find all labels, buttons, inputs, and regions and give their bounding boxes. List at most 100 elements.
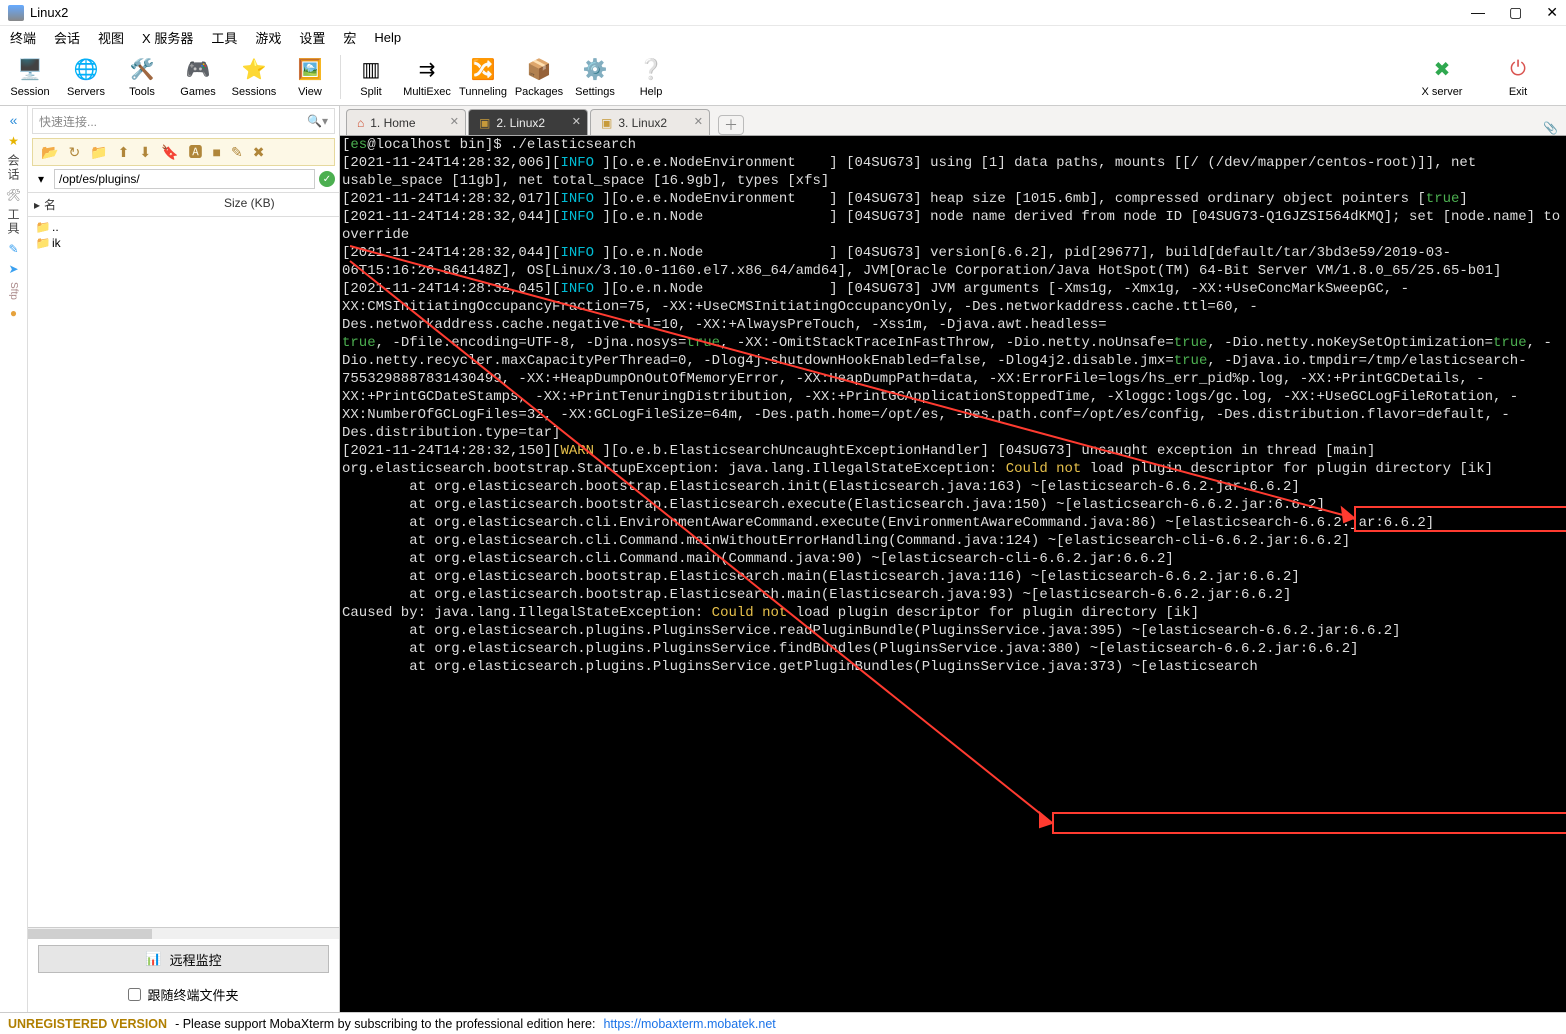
toolbar: 🖥️Session🌐Servers🛠️Tools🎮Games⭐Sessions🖼… [0, 48, 1566, 106]
tab-1-home[interactable]: ⌂ 1. Home ✕ [346, 109, 466, 135]
tab-close-icon[interactable]: ✕ [572, 115, 581, 128]
terminal-icon: ▣ [479, 116, 490, 130]
folder-icon: 📁 [34, 220, 52, 234]
col-name[interactable]: 名 [44, 196, 56, 213]
tb-packages[interactable]: 📦Packages [511, 49, 567, 105]
menubar: 终端 会话 视图 X 服务器 工具 游戏 设置 宏 Help [0, 26, 1566, 48]
tb-settings[interactable]: ⚙️Settings [567, 49, 623, 105]
sftp-tb-icon-2[interactable]: 📁 [90, 144, 107, 161]
menu-view[interactable]: 视图 [98, 28, 124, 47]
file-name: .. [52, 220, 59, 234]
pin-icon[interactable]: 📎 [1535, 121, 1566, 135]
maximize-button[interactable]: ▢ [1509, 4, 1522, 21]
servers-icon: 🌐 [72, 56, 100, 84]
tb-multiexec[interactable]: ⇉MultiExec [399, 49, 455, 105]
sftp-tb-icon-7[interactable]: ■ [213, 144, 221, 160]
window-title: Linux2 [30, 5, 1471, 20]
sftp-tb-icon-5[interactable]: 🔖 [161, 144, 178, 161]
multiexec-icon: ⇉ [413, 56, 441, 84]
file-list[interactable]: 📁..📁ik [28, 217, 339, 927]
status-unregistered: UNREGISTERED VERSION [8, 1017, 167, 1031]
x-server-icon: ✖ [1428, 56, 1456, 84]
path-input[interactable] [54, 169, 315, 189]
status-message: - Please support MobaXterm by subscribin… [175, 1017, 595, 1031]
menu-macro[interactable]: 宏 [343, 28, 356, 47]
rail-sftp-label[interactable]: Sftp [8, 282, 19, 300]
col-expand-icon[interactable]: ▸ [34, 198, 40, 212]
tb-tunneling[interactable]: 🔀Tunneling [455, 49, 511, 105]
exit-icon: ⏻ [1504, 56, 1532, 84]
terminal-icon: ▣ [601, 116, 612, 130]
rail-send-icon[interactable]: ➤ [8, 262, 18, 276]
sftp-tb-icon-4[interactable]: ⬇ [139, 144, 151, 161]
path-ok-icon: ✓ [319, 171, 335, 187]
tb-session[interactable]: 🖥️Session [2, 49, 58, 105]
tab-strip: ⌂1. Home✕▣2. Linux2✕▣3. Linux2✕＋ 📎 [340, 106, 1566, 136]
rail-star-icon[interactable]: ★ [8, 134, 19, 148]
remote-monitor-button[interactable]: 📊 远程监控 [38, 945, 329, 973]
tb-view[interactable]: 🖼️View [282, 49, 338, 105]
tb-exit[interactable]: ⏻Exit [1490, 49, 1546, 105]
tab-3-linux2[interactable]: ▣3. Linux2✕ [590, 109, 710, 135]
close-button[interactable]: ✕ [1546, 4, 1558, 21]
sftp-tb-icon-6[interactable]: 🅰 [189, 142, 203, 162]
help-icon: ❔ [637, 56, 665, 84]
sftp-tb-icon-8[interactable]: ✎ [231, 144, 243, 161]
path-dropdown-icon[interactable]: ▾ [32, 172, 50, 186]
file-row[interactable]: 📁.. [28, 219, 339, 235]
tb-servers[interactable]: 🌐Servers [58, 49, 114, 105]
file-row[interactable]: 📁ik [28, 235, 339, 251]
sessions-icon: ⭐ [240, 56, 268, 84]
quick-connect-search-icon[interactable]: 🔍▾ [307, 114, 328, 128]
home-icon: ⌂ [357, 116, 364, 130]
app-logo-icon [8, 5, 24, 21]
menu-xserver[interactable]: X 服务器 [142, 28, 193, 47]
menu-tools[interactable]: 工具 [211, 28, 237, 47]
menu-games[interactable]: 游戏 [255, 28, 281, 47]
rail-sessions-label[interactable]: 会话 [5, 154, 22, 182]
menu-session[interactable]: 会话 [54, 28, 80, 47]
highlight-box-2 [1052, 812, 1566, 834]
rail-tool-icon[interactable]: 🛠 [6, 188, 21, 202]
quick-connect-input[interactable]: 快速连接... 🔍▾ [32, 108, 335, 134]
file-list-scrollbar[interactable] [28, 927, 339, 939]
tb-x-server[interactable]: ✖X server [1414, 49, 1470, 105]
follow-terminal-checkbox[interactable] [128, 988, 141, 1001]
status-link[interactable]: https://mobaxterm.mobatek.net [603, 1017, 775, 1031]
folder-icon: 📁 [34, 236, 52, 250]
tb-help[interactable]: ❔Help [623, 49, 679, 105]
tb-tools[interactable]: 🛠️Tools [114, 49, 170, 105]
sftp-tb-icon-0[interactable]: 📂 [41, 144, 58, 161]
tab-2-linux2[interactable]: ▣2. Linux2✕ [468, 109, 588, 135]
follow-terminal-label: 跟随终端文件夹 [147, 985, 238, 1004]
tab-close-icon[interactable]: ✕ [694, 115, 703, 128]
settings-icon: ⚙️ [581, 56, 609, 84]
sftp-tb-icon-3[interactable]: ⬆ [118, 144, 130, 161]
minimize-button[interactable]: ― [1471, 4, 1485, 21]
sftp-panel: 快速连接... 🔍▾ 📂 ↻ 📁 ⬆ ⬇ 🔖 🅰 ■ ✎ ✖ ▾ ✓ ▸ 名 Size (KB) 📁… [28, 106, 340, 1012]
quick-connect-placeholder: 快速连接... [39, 113, 97, 130]
tb-sessions[interactable]: ⭐Sessions [226, 49, 282, 105]
collapse-rail-icon[interactable]: « [10, 112, 18, 128]
sftp-toolbar: 📂 ↻ 📁 ⬆ ⬇ 🔖 🅰 ■ ✎ ✖ [32, 138, 335, 166]
rail-pencil-icon[interactable]: ✎ [8, 242, 18, 256]
statusbar: UNREGISTERED VERSION - Please support Mo… [0, 1012, 1566, 1034]
rail-tools-label[interactable]: 工具 [5, 208, 22, 236]
tb-split[interactable]: ▥Split [343, 49, 399, 105]
split-icon: ▥ [357, 56, 385, 84]
menu-settings[interactable]: 设置 [299, 28, 325, 47]
tb-games[interactable]: 🎮Games [170, 49, 226, 105]
terminal[interactable]: [es@localhost bin]$ ./elasticsearch [202… [340, 136, 1566, 1012]
menu-terminal[interactable]: 终端 [10, 28, 36, 47]
file-name: ik [52, 236, 61, 250]
games-icon: 🎮 [184, 56, 212, 84]
view-icon: 🖼️ [296, 56, 324, 84]
sftp-tb-icon-9[interactable]: ✖ [253, 144, 265, 161]
menu-help[interactable]: Help [374, 30, 401, 45]
tab-label: 1. Home [370, 116, 415, 130]
col-size[interactable]: Size (KB) [218, 193, 339, 216]
tab-close-icon[interactable]: ✕ [450, 115, 459, 128]
sftp-tb-icon-1[interactable]: ↻ [68, 144, 80, 161]
new-tab-button[interactable]: ＋ [718, 115, 744, 135]
remote-monitor-label: 远程监控 [170, 950, 222, 969]
